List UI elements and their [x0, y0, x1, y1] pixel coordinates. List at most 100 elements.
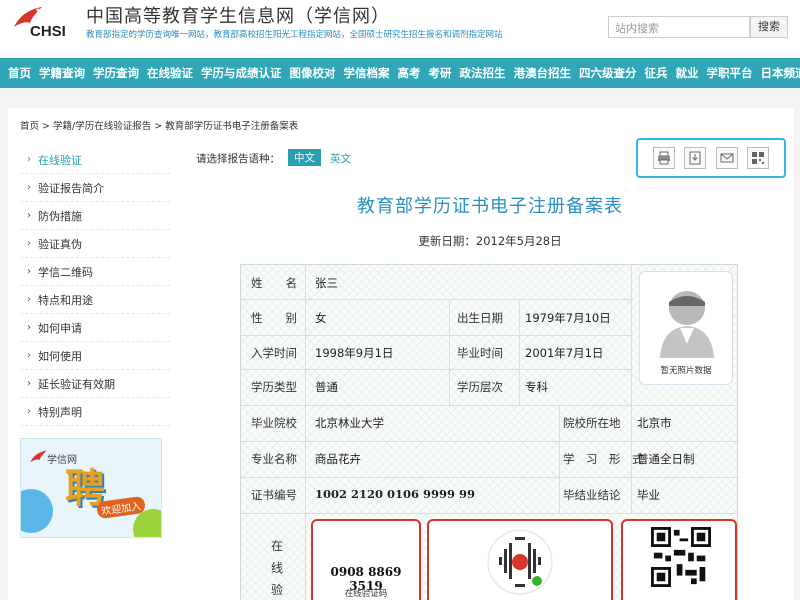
- chevron-right-icon: ›: [27, 294, 31, 305]
- table-divider: [631, 265, 632, 513]
- conclusion-label: 毕结业结论: [563, 488, 621, 502]
- logo-text: CHSI: [30, 23, 66, 40]
- verify-code-caption: 在线验证码: [344, 589, 388, 599]
- nav-item[interactable]: 在线验证: [147, 65, 193, 81]
- chevron-right-icon: ›: [27, 238, 31, 249]
- certificate-table: 姓 名 张三 性 别 女 出生日期 1979年7月10日 入学时间 1998年9…: [240, 264, 739, 600]
- school-value: 北京林业大学: [315, 416, 384, 430]
- sidebar: › 在线验证 › 验证报告简介 › 防伪措施 › 验证真伪 › 学信二维码 › 特点和用途 › 如何申请 ›…: [20, 146, 170, 426]
- nav-item[interactable]: 征兵: [645, 65, 668, 81]
- sidebar-item[interactable]: › 学信二维码: [20, 258, 170, 286]
- language-chinese-button[interactable]: 中文: [288, 149, 321, 166]
- school-location-label: 院校所在地: [563, 416, 621, 430]
- avatar-icon: [660, 291, 714, 358]
- table-divider: [241, 335, 633, 336]
- birth-value: 1979年7月10日: [525, 311, 611, 325]
- site-title: 中国高等教育学生信息网（学信网）: [86, 6, 390, 27]
- qrcode-icon[interactable]: [651, 527, 711, 587]
- update-date: 更新日期：2012年5月28日: [418, 234, 562, 248]
- verify-code-box: 0908 8869 3519 在线验证码: [311, 519, 421, 600]
- search-button[interactable]: 搜索: [750, 16, 788, 38]
- sidebar-item-label: 验证真伪: [38, 237, 82, 251]
- table-divider: [305, 265, 306, 600]
- sidebar-item-label: 如何申请: [38, 321, 82, 335]
- photo-placeholder: 暂无照片数据: [639, 271, 733, 385]
- school-location-value: 北京市: [637, 416, 672, 430]
- print-icon[interactable]: [652, 147, 675, 169]
- photo-caption: 暂无照片数据: [660, 366, 712, 376]
- sidebar-item-label: 验证报告简介: [38, 181, 104, 195]
- table-divider: [559, 405, 560, 513]
- chsi-logo[interactable]: CHSI: [10, 3, 80, 48]
- edu-level-value: 专科: [525, 380, 548, 394]
- chevron-right-icon: ›: [27, 378, 31, 389]
- nav-item[interactable]: 学历与成绩认证: [201, 65, 282, 81]
- cert-number-label: 证书编号: [251, 488, 297, 502]
- name-value: 张三: [315, 276, 338, 290]
- sidebar-item[interactable]: › 防伪措施: [20, 202, 170, 230]
- nav-item[interactable]: 学历查询: [93, 65, 139, 81]
- breadcrumb[interactable]: 首页 > 学籍/学历在线验证报告 > 教育部学历证书电子注册备案表: [20, 118, 298, 132]
- online-verify-label: 在线验: [271, 539, 284, 597]
- sidebar-item-label: 特点和用途: [38, 293, 93, 307]
- major-label: 专业名称: [251, 452, 297, 466]
- nav-item[interactable]: 图像校对: [290, 65, 336, 81]
- nav-item[interactable]: 就业: [676, 65, 699, 81]
- chevron-right-icon: ›: [27, 154, 31, 165]
- search-input[interactable]: 站内搜索: [608, 16, 750, 38]
- sidebar-item[interactable]: › 如何申请: [20, 314, 170, 342]
- report-toolbar: [636, 138, 786, 178]
- sidebar-item[interactable]: › 特别声明: [20, 398, 170, 426]
- nav-item[interactable]: 学信档案: [344, 65, 390, 81]
- nav-item[interactable]: 首页: [8, 65, 31, 81]
- enroll-label: 入学时间: [251, 346, 297, 360]
- mail-icon[interactable]: [715, 147, 738, 169]
- edu-level-label: 学历层次: [457, 380, 503, 394]
- download-icon[interactable]: [684, 147, 707, 169]
- banner-decoration: [21, 489, 53, 533]
- nav-item[interactable]: 日本频道: [761, 65, 800, 81]
- sidebar-item[interactable]: › 验证真伪: [20, 230, 170, 258]
- major-value: 商品花卉: [315, 452, 361, 466]
- chevron-right-icon: ›: [27, 322, 31, 333]
- nav-item[interactable]: 高考: [398, 65, 421, 81]
- chevron-right-icon: ›: [27, 350, 31, 361]
- table-divider: [519, 299, 520, 405]
- language-english-link[interactable]: 英文: [330, 151, 351, 166]
- table-divider: [241, 477, 739, 478]
- sidebar-item[interactable]: › 在线验证: [20, 146, 170, 174]
- sidebar-item[interactable]: › 如何使用: [20, 342, 170, 370]
- nav-item[interactable]: 四六级查分: [579, 65, 637, 81]
- sidebar-item-label: 延长验证有效期: [38, 377, 115, 391]
- name-label: 姓 名: [251, 276, 297, 290]
- chevron-right-icon: ›: [27, 210, 31, 221]
- nav-item[interactable]: 港澳台招生: [514, 65, 572, 81]
- sidebar-item-label: 防伪措施: [38, 209, 82, 223]
- site-subtitle: 教育部指定的学历查询唯一网站，教育部高校招生阳光工程指定网站，全国硕士研究生招生…: [86, 30, 503, 40]
- nav-item[interactable]: 政法招生: [460, 65, 506, 81]
- sidebar-item[interactable]: › 验证报告简介: [20, 174, 170, 202]
- chevron-right-icon: ›: [27, 406, 31, 417]
- edu-type-label: 学历类型: [251, 380, 297, 394]
- document-title: 教育部学历证书电子注册备案表: [357, 196, 623, 217]
- sidebar-item-label: 学信二维码: [38, 265, 93, 279]
- main-nav: 首页 学籍查询 学历查询 在线验证 学历与成绩认证 图像校对 学信档案 高考 考研 政法招生 港澳台…: [0, 58, 800, 88]
- nav-item[interactable]: 考研: [429, 65, 452, 81]
- recruit-banner[interactable]: 学信网 聘 欢迎加入: [20, 438, 162, 538]
- study-form-value: 普通全日制: [637, 452, 695, 466]
- qrcode-box: [621, 519, 737, 600]
- table-divider: [241, 441, 739, 442]
- sidebar-item-label: 在线验证: [38, 153, 82, 167]
- wechat-miniprogram-code-icon[interactable]: [485, 527, 555, 597]
- nav-item[interactable]: 学职平台: [707, 65, 753, 81]
- sidebar-item-label: 如何使用: [38, 349, 82, 363]
- edu-type-value: 普通: [315, 380, 338, 394]
- qrcode-icon[interactable]: [747, 147, 770, 169]
- sidebar-item[interactable]: › 特点和用途: [20, 286, 170, 314]
- sidebar-item[interactable]: › 延长验证有效期: [20, 370, 170, 398]
- chevron-right-icon: ›: [27, 266, 31, 277]
- wechat-code-box: [427, 519, 613, 600]
- nav-item[interactable]: 学籍查询: [39, 65, 85, 81]
- language-label: 请选择报告语种：: [196, 153, 280, 165]
- graduation-label: 毕业时间: [457, 346, 503, 360]
